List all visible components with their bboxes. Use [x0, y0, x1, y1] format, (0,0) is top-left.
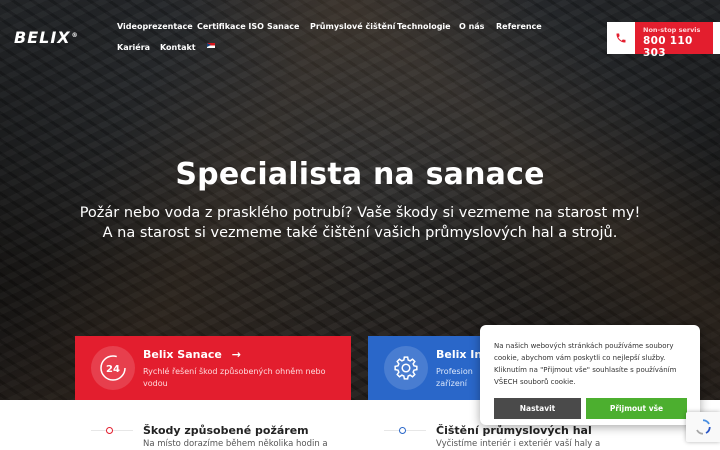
- nav-item-prumyslove-cisteni[interactable]: Průmyslové čištění: [310, 22, 395, 31]
- nav-item-sanace[interactable]: Sanace: [267, 22, 299, 31]
- card-sanace-title-text: Belix Sanace: [143, 348, 222, 361]
- service-phone-box: Non-stop servis 800 110 303: [635, 22, 713, 59]
- card-sanace-description: Rychlé řešení škod způsobených ohněm neb…: [143, 367, 326, 388]
- bullet-dot-icon: [399, 427, 406, 434]
- nav-item-certifikace-iso[interactable]: Certifikace ISO: [197, 22, 264, 31]
- cookie-accept-all-button[interactable]: Přijmout vše: [586, 398, 687, 419]
- hero-subtitle-line1: Požár nebo voda z prasklého potrubí? Vaš…: [79, 205, 641, 221]
- feature-text-halls: Vyčistíme interiér i exteriér vaší haly …: [436, 439, 601, 449]
- service-phone-number[interactable]: 800 110 303: [643, 35, 713, 59]
- belix-logo[interactable]: BELIX®: [14, 28, 79, 47]
- logo-reg-mark: ®: [71, 31, 79, 39]
- bullet-dot-icon: [106, 427, 113, 434]
- recaptcha-icon[interactable]: [686, 412, 720, 442]
- nav-item-videoprezentace[interactable]: Videoprezentace: [117, 22, 193, 31]
- logo-text: BELIX: [14, 28, 71, 47]
- nav-item-o-nas[interactable]: O nás: [459, 22, 484, 31]
- gear-icon: [384, 346, 428, 390]
- service-label: Non-stop servis: [643, 26, 701, 34]
- nav-item-kontakt[interactable]: Kontakt: [160, 43, 196, 52]
- nav-item-technologie[interactable]: Technologie: [397, 22, 451, 31]
- cookie-settings-button[interactable]: Nastavit: [494, 398, 581, 419]
- hero-subtitle-line2: A na starost si vezmeme také čištění vaš…: [102, 225, 618, 241]
- uk-flag-icon[interactable]: [207, 43, 215, 48]
- feature-title-fire: Škody způsobené požárem: [143, 424, 309, 437]
- nav-item-reference[interactable]: Reference: [496, 22, 542, 31]
- 24h-icon: 24: [91, 346, 135, 390]
- card-sanace-feature[interactable]: Škody způsobené požárem Na místo dorazím…: [75, 400, 351, 450]
- card-industrial-description: Profesion zařízení: [436, 367, 473, 388]
- feature-text-fire: Na místo dorazíme během několika hodin a: [143, 439, 328, 449]
- nav-item-kariera[interactable]: Kariéra: [117, 43, 150, 52]
- feature-title-halls: Čištění průmyslových hal: [436, 424, 592, 437]
- phone-icon: [607, 22, 635, 54]
- cookie-text: Na našich webových stránkách používáme s…: [494, 342, 677, 386]
- hero-title: Specialista na sanace: [175, 157, 545, 192]
- cookie-consent-dialog: Na našich webových stránkách používáme s…: [480, 325, 700, 425]
- svg-text:24: 24: [106, 364, 120, 375]
- arrow-right-icon: →: [231, 348, 241, 361]
- card-sanace-title[interactable]: Belix Sanace →: [143, 348, 241, 361]
- card-industrial-title[interactable]: Belix In: [436, 348, 482, 361]
- nonstop-service-box[interactable]: Non-stop servis 800 110 303: [607, 22, 720, 59]
- card-sanace[interactable]: 24 Belix Sanace → Rychlé řešení škod způ…: [75, 336, 351, 400]
